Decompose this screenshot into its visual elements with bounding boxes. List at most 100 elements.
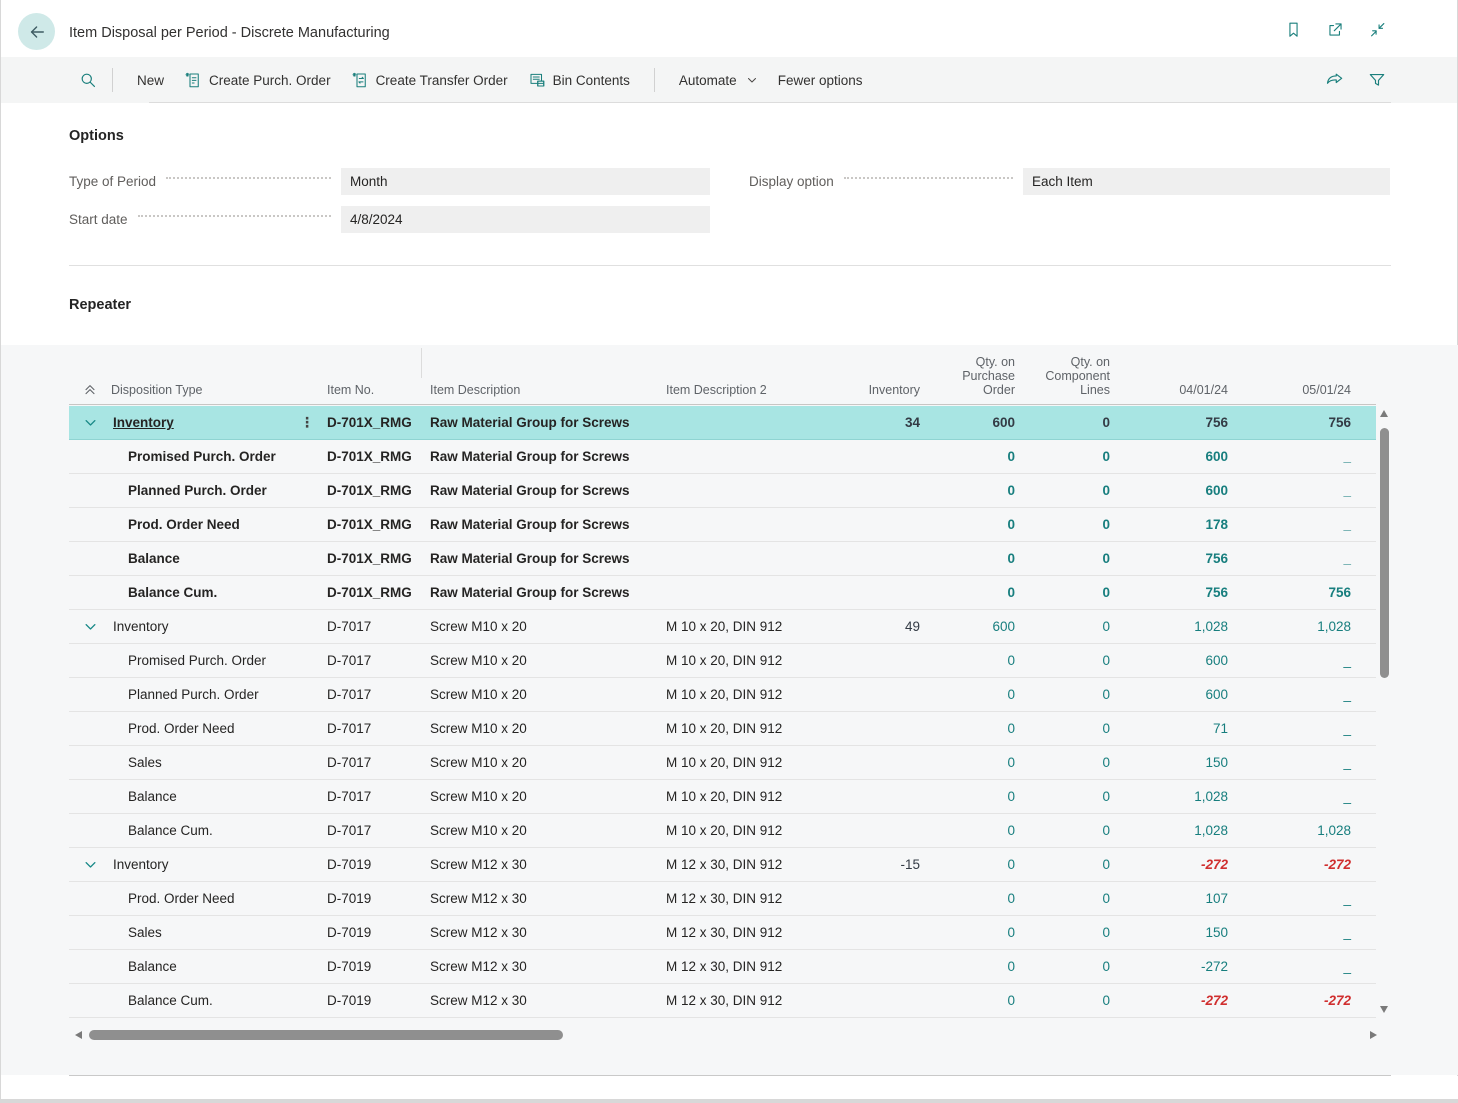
- qty-purchase-order-cell[interactable]: 0: [926, 857, 1021, 872]
- horizontal-scrollbar-thumb[interactable]: [89, 1030, 563, 1040]
- item-no-cell[interactable]: D-701X_RMG: [323, 415, 421, 430]
- qty-purchase-order-cell[interactable]: 0: [926, 653, 1021, 668]
- period-1-value-cell[interactable]: 1,028: [1116, 789, 1234, 804]
- period-2-value-cell[interactable]: _: [1234, 959, 1357, 974]
- column-header-period-2[interactable]: 05/01/24: [1234, 383, 1357, 404]
- column-resize-handle[interactable]: [421, 348, 422, 378]
- qty-purchase-order-cell[interactable]: 600: [926, 619, 1021, 634]
- table-row[interactable]: Promised Purch. OrderD-701X_RMGRaw Mater…: [69, 440, 1376, 474]
- table-row[interactable]: Balance Cum.D-701X_RMGRaw Material Group…: [69, 576, 1376, 610]
- period-2-value-cell[interactable]: 756: [1234, 585, 1357, 600]
- period-1-value-cell[interactable]: 756: [1116, 415, 1234, 430]
- period-1-value-cell[interactable]: -272: [1116, 993, 1234, 1008]
- period-2-value-cell[interactable]: 1,028: [1234, 823, 1357, 838]
- open-in-new-window-icon[interactable]: [1326, 20, 1345, 39]
- disposition-type-cell[interactable]: Inventory: [111, 857, 291, 872]
- qty-purchase-order-cell[interactable]: 0: [926, 721, 1021, 736]
- period-1-value-cell[interactable]: 756: [1116, 585, 1234, 600]
- table-row[interactable]: Balance Cum.D-7019Screw M12 x 30M 12 x 3…: [69, 984, 1376, 1018]
- disposition-type-cell[interactable]: Inventory: [111, 619, 291, 634]
- period-1-value-cell[interactable]: 71: [1116, 721, 1234, 736]
- column-header-item-description-2[interactable]: Item Description 2: [661, 383, 831, 404]
- table-row[interactable]: Promised Purch. OrderD-7017Screw M10 x 2…: [69, 644, 1376, 678]
- qty-component-lines-cell[interactable]: 0: [1021, 551, 1116, 566]
- qty-component-lines-cell[interactable]: 0: [1021, 415, 1116, 430]
- period-2-value-cell[interactable]: 756: [1234, 415, 1357, 430]
- disposition-type-cell[interactable]: Inventory: [111, 415, 291, 430]
- row-expand-chevron-icon[interactable]: [69, 857, 111, 872]
- bookmark-icon[interactable]: [1284, 20, 1303, 39]
- period-1-value-cell[interactable]: 150: [1116, 755, 1234, 770]
- qty-component-lines-cell[interactable]: 0: [1021, 857, 1116, 872]
- period-1-value-cell[interactable]: 600: [1116, 653, 1234, 668]
- table-row[interactable]: SalesD-7017Screw M10 x 20M 10 x 20, DIN …: [69, 746, 1376, 780]
- table-row[interactable]: BalanceD-701X_RMGRaw Material Group for …: [69, 542, 1376, 576]
- horizontal-scrollbar[interactable]: [73, 1028, 1379, 1042]
- qty-component-lines-cell[interactable]: 0: [1021, 823, 1116, 838]
- qty-component-lines-cell[interactable]: 0: [1021, 959, 1116, 974]
- period-2-value-cell[interactable]: -272: [1234, 993, 1357, 1008]
- qty-component-lines-cell[interactable]: 0: [1021, 755, 1116, 770]
- scroll-right-arrow[interactable]: [1370, 1031, 1377, 1039]
- qty-component-lines-cell[interactable]: 0: [1021, 789, 1116, 804]
- period-2-value-cell[interactable]: _: [1234, 551, 1357, 566]
- fewer-options-button[interactable]: Fewer options: [768, 67, 873, 94]
- table-row[interactable]: Balance Cum.D-7017Screw M10 x 20M 10 x 2…: [69, 814, 1376, 848]
- period-2-value-cell[interactable]: _: [1234, 755, 1357, 770]
- display-option-input[interactable]: Each Item: [1023, 168, 1390, 195]
- start-date-input[interactable]: 4/8/2024: [341, 206, 710, 233]
- column-header-period-1[interactable]: 04/01/24: [1116, 383, 1234, 404]
- qty-purchase-order-cell[interactable]: 0: [926, 517, 1021, 532]
- period-1-value-cell[interactable]: 150: [1116, 925, 1234, 940]
- period-1-value-cell[interactable]: 1,028: [1116, 823, 1234, 838]
- period-2-value-cell[interactable]: _: [1234, 925, 1357, 940]
- period-2-value-cell[interactable]: -272: [1234, 857, 1357, 872]
- table-row[interactable]: BalanceD-7017Screw M10 x 20M 10 x 20, DI…: [69, 780, 1376, 814]
- row-context-menu-button[interactable]: ⋮: [291, 414, 323, 431]
- qty-purchase-order-cell[interactable]: 0: [926, 483, 1021, 498]
- period-2-value-cell[interactable]: _: [1234, 449, 1357, 464]
- scroll-down-arrow[interactable]: [1380, 1006, 1388, 1013]
- table-row[interactable]: Inventory⋮D-701X_RMGRaw Material Group f…: [69, 406, 1376, 440]
- new-button[interactable]: New: [127, 67, 174, 94]
- period-2-value-cell[interactable]: _: [1234, 687, 1357, 702]
- period-2-value-cell[interactable]: _: [1234, 517, 1357, 532]
- table-row[interactable]: BalanceD-7019Screw M12 x 30M 12 x 30, DI…: [69, 950, 1376, 984]
- period-1-value-cell[interactable]: 178: [1116, 517, 1234, 532]
- qty-purchase-order-cell[interactable]: 0: [926, 687, 1021, 702]
- qty-component-lines-cell[interactable]: 0: [1021, 585, 1116, 600]
- vertical-scrollbar[interactable]: [1378, 406, 1391, 1017]
- table-row[interactable]: Prod. Order NeedD-7019Screw M12 x 30M 12…: [69, 882, 1376, 916]
- qty-purchase-order-cell[interactable]: 0: [926, 755, 1021, 770]
- create-transfer-order-button[interactable]: Create Transfer Order: [341, 65, 518, 95]
- qty-component-lines-cell[interactable]: 0: [1021, 619, 1116, 634]
- table-row[interactable]: InventoryD-7017Screw M10 x 20M 10 x 20, …: [69, 610, 1376, 644]
- automate-menu-button[interactable]: Automate: [669, 67, 768, 94]
- vertical-scrollbar-thumb[interactable]: [1380, 428, 1389, 678]
- table-row[interactable]: Planned Purch. OrderD-701X_RMGRaw Materi…: [69, 474, 1376, 508]
- qty-purchase-order-cell[interactable]: 0: [926, 959, 1021, 974]
- qty-purchase-order-cell[interactable]: 0: [926, 585, 1021, 600]
- column-header-qty-purchase-order[interactable]: Qty. on Purchase Order: [953, 355, 1021, 404]
- qty-component-lines-cell[interactable]: 0: [1021, 993, 1116, 1008]
- qty-purchase-order-cell[interactable]: 0: [926, 925, 1021, 940]
- create-purch-order-button[interactable]: Create Purch. Order: [174, 65, 341, 95]
- qty-purchase-order-cell[interactable]: 0: [926, 551, 1021, 566]
- row-expand-chevron-icon[interactable]: [69, 415, 111, 430]
- qty-component-lines-cell[interactable]: 0: [1021, 925, 1116, 940]
- column-header-inventory[interactable]: Inventory: [831, 383, 926, 404]
- qty-component-lines-cell[interactable]: 0: [1021, 687, 1116, 702]
- bin-contents-button[interactable]: Bin Contents: [518, 65, 640, 95]
- table-row[interactable]: Planned Purch. OrderD-7017Screw M10 x 20…: [69, 678, 1376, 712]
- table-row[interactable]: Prod. Order NeedD-701X_RMGRaw Material G…: [69, 508, 1376, 542]
- period-2-value-cell[interactable]: _: [1234, 891, 1357, 906]
- period-1-value-cell[interactable]: 600: [1116, 449, 1234, 464]
- back-button[interactable]: [18, 13, 55, 50]
- qty-component-lines-cell[interactable]: 0: [1021, 449, 1116, 464]
- column-header-qty-component-lines[interactable]: Qty. on Component Lines: [1040, 355, 1116, 404]
- period-2-value-cell[interactable]: _: [1234, 653, 1357, 668]
- qty-purchase-order-cell[interactable]: 600: [926, 415, 1021, 430]
- period-1-value-cell[interactable]: 600: [1116, 687, 1234, 702]
- qty-purchase-order-cell[interactable]: 0: [926, 993, 1021, 1008]
- period-2-value-cell[interactable]: _: [1234, 483, 1357, 498]
